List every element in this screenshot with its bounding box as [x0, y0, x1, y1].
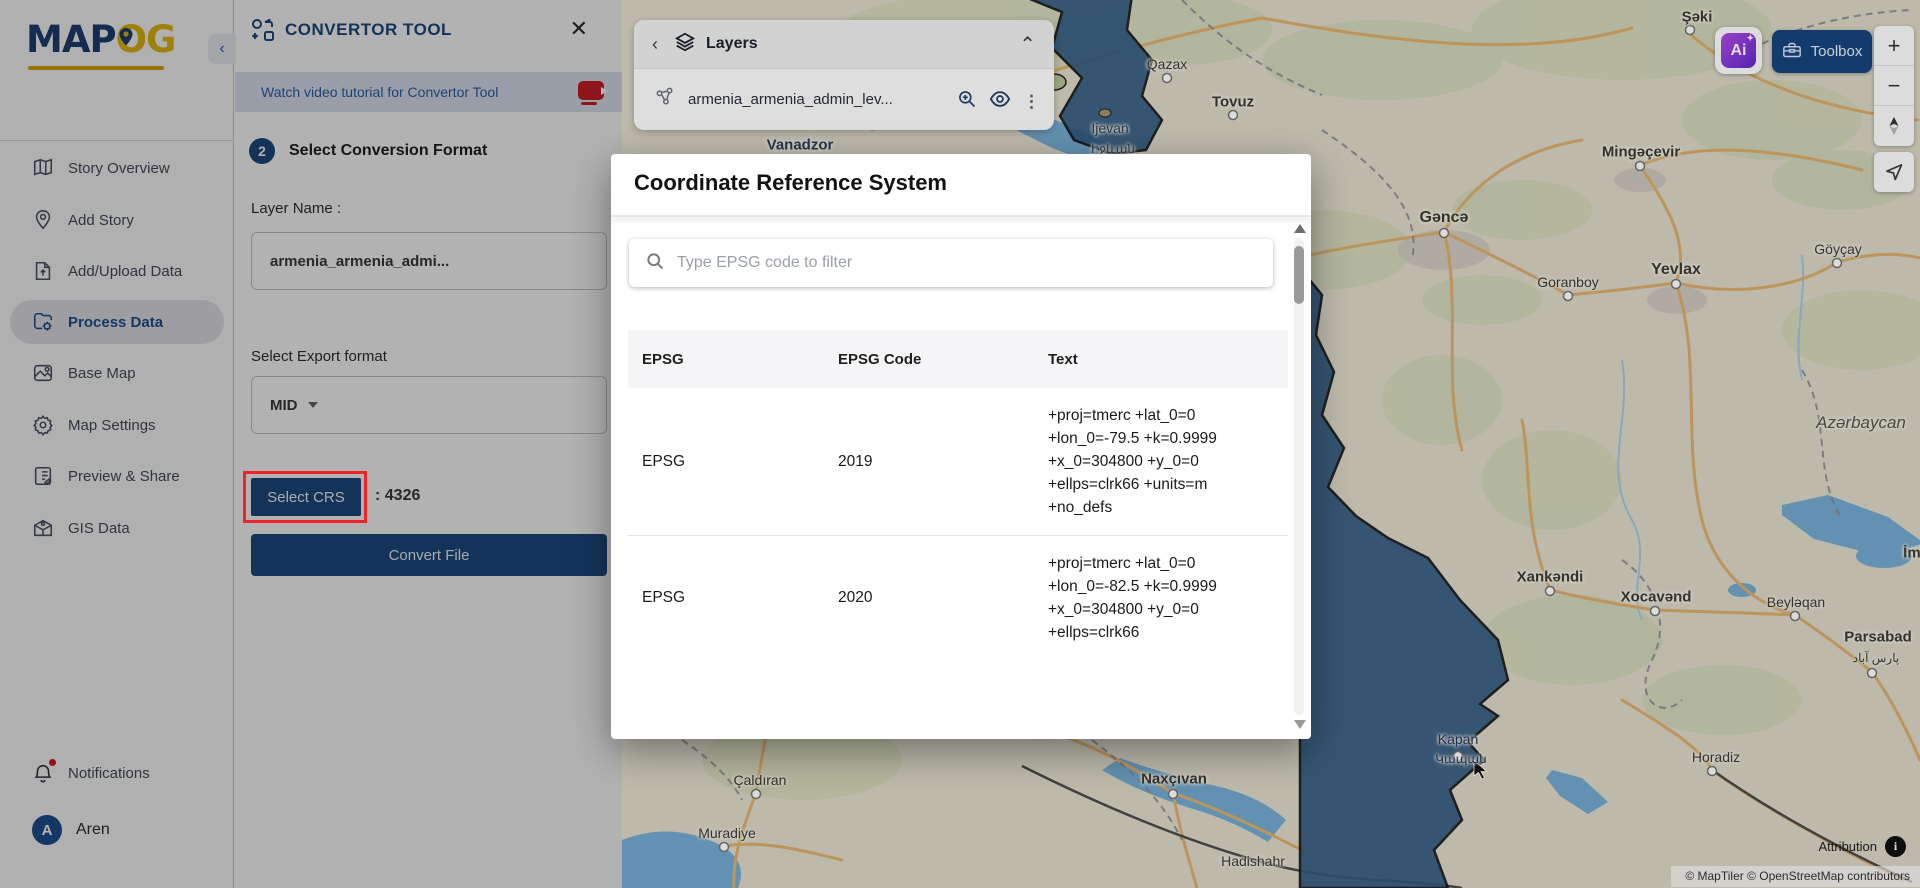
search-icon [645, 251, 665, 276]
modal-scrollbar[interactable] [1292, 224, 1306, 729]
cell-text: +proj=tmerc +lat_0=0 +lon_0=-79.5 +k=0.9… [1048, 407, 1217, 516]
epsg-search-box[interactable] [629, 239, 1273, 287]
crs-table-header: EPSG EPSG Code Text [628, 330, 1288, 388]
column-header-text: Text [1048, 350, 1078, 368]
crs-row[interactable]: EPSG 2020 +proj=tmerc +lat_0=0 +lon_0=-8… [628, 536, 1288, 660]
modal-title: Coordinate Reference System [634, 170, 947, 195]
divider [611, 215, 1311, 217]
crs-table: EPSG EPSG Code Text EPSG 2019 +proj=tmer… [628, 330, 1288, 660]
modal-backdrop-left [0, 0, 622, 888]
column-header-epsg-code: EPSG Code [838, 350, 922, 368]
cell-epsg: EPSG [642, 452, 686, 470]
app-root: Şəki Qazax Tovuz Ijevan Իջևան Vanadzor Mingəçe… [0, 0, 1920, 888]
scroll-down-arrow-icon[interactable] [1294, 720, 1306, 729]
cell-epsg-code: 2019 [838, 452, 873, 470]
cell-epsg-code: 2020 [838, 589, 873, 606]
select-crs-highlight-box [243, 471, 367, 523]
crs-row[interactable]: EPSG 2019 +proj=tmerc +lat_0=0 +lon_0=-7… [628, 388, 1288, 536]
column-header-epsg: EPSG [642, 350, 684, 368]
scrollbar-thumb[interactable] [1294, 246, 1304, 304]
cell-text: +proj=tmerc +lat_0=0 +lon_0=-82.5 +k=0.9… [1048, 555, 1217, 641]
epsg-search-input[interactable] [677, 254, 1217, 272]
scrollbar-track[interactable] [1294, 238, 1304, 715]
scroll-up-arrow-icon[interactable] [1294, 224, 1306, 233]
crs-modal: Coordinate Reference System EPSG EPSG Co… [611, 154, 1311, 739]
cell-epsg: EPSG [642, 589, 686, 606]
